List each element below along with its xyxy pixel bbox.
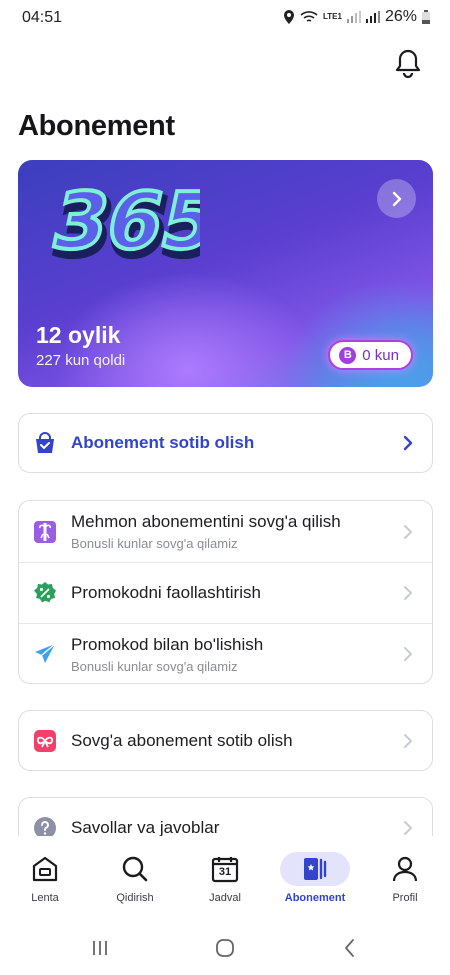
shopping-bag-icon — [33, 431, 57, 455]
signal-icon — [346, 11, 361, 23]
nav-label-abonement: Abonement — [284, 892, 346, 904]
wifi-icon — [300, 11, 318, 22]
status-icons: LTE1 26% — [283, 8, 430, 26]
nav-label-lenta: Lenta — [31, 892, 59, 904]
nav-item-profil[interactable]: Profil — [360, 836, 450, 916]
chevron-right-icon — [402, 731, 414, 751]
chevron-right-icon — [402, 522, 414, 542]
list-item-activate-promo[interactable]: Promokodni faollashtirish — [19, 562, 432, 623]
activate-promo-title: Promokodni faollashtirish — [71, 583, 261, 602]
nav-label-profil: Profil — [392, 892, 418, 904]
list-item-gift-buy[interactable]: Sovg'a abonement sotib olish — [19, 711, 432, 770]
plan-title: 12 oylik — [36, 322, 121, 348]
nav-label-jadval: Jadval — [209, 892, 241, 904]
battery-text: 26% — [384, 8, 417, 25]
faq-title: Savollar va javoblar — [71, 817, 220, 837]
bottom-nav: Lenta Qidirish 31 Jadval Abonement Profi… — [0, 836, 450, 916]
bonus-days-label: 0 kun — [362, 346, 399, 364]
calendar-day: 31 — [218, 866, 232, 878]
gift-buy-title: Sovg'a abonement sotib olish — [71, 730, 293, 750]
nav-item-abonement[interactable]: Abonement — [270, 836, 360, 916]
home-circle-icon — [216, 939, 234, 957]
list-item-gift-guest[interactable]: Mehmon abonementini sovg'a qilish Bonusl… — [19, 501, 432, 562]
nav-item-jadval[interactable]: 31 Jadval — [180, 836, 270, 916]
recent-apps-button[interactable] — [80, 936, 120, 960]
nav-item-qidirish[interactable]: Qidirish — [90, 836, 180, 916]
battery-icon — [422, 10, 430, 24]
bell-icon — [395, 49, 421, 78]
signal-icon-2 — [365, 11, 380, 23]
buy-subscription-label: Abonement sotib olish — [71, 433, 255, 452]
page-title: Abonement — [18, 110, 175, 142]
location-icon — [284, 10, 294, 24]
gift-options-card: Mehmon abonementini sovg'a qilish Bonusl… — [18, 500, 433, 684]
gift-guest-title: Mehmon abonementini sovg'a qilish — [71, 512, 341, 531]
notifications-button[interactable] — [391, 46, 425, 80]
profile-icon — [392, 856, 418, 882]
list-item-share-promo[interactable]: Promokod bilan bo'lishish Bonusli kunlar… — [19, 623, 432, 683]
send-icon — [33, 642, 57, 666]
status-time: 04:51 — [22, 9, 63, 26]
nav-item-lenta[interactable]: Lenta — [0, 836, 90, 916]
buy-subscription-card: Abonement sotib olish — [18, 413, 433, 473]
system-nav-bar — [0, 916, 450, 975]
percent-badge-icon — [33, 581, 57, 605]
search-icon — [122, 856, 148, 882]
home-icon — [32, 856, 58, 882]
chevron-right-icon — [402, 644, 414, 664]
status-bar: 04:51 LTE1 26% — [0, 0, 450, 36]
share-promo-subtitle: Bonusli kunlar sovg'a qilamiz — [71, 658, 238, 674]
chevron-right-icon — [402, 433, 414, 453]
chevron-right-icon — [402, 818, 414, 838]
recent-apps-icon — [93, 941, 107, 955]
gift-bow-icon — [33, 729, 57, 753]
back-button[interactable] — [330, 936, 370, 960]
logo-365: 365 365 — [42, 174, 200, 274]
gift-guest-subtitle: Bonusli kunlar sovg'a qilamiz — [71, 536, 238, 551]
buy-subscription-row[interactable]: Abonement sotib olish — [19, 414, 432, 472]
back-icon — [345, 939, 354, 957]
share-promo-title: Promokod bilan bo'lishish — [71, 634, 264, 654]
gift-icon — [33, 520, 57, 544]
bonus-days-badge[interactable]: B 0 kun — [328, 340, 413, 370]
card-open-button[interactable] — [377, 179, 416, 218]
chevron-right-icon — [402, 583, 414, 603]
chevron-right-icon — [392, 191, 401, 206]
subscription-icon — [304, 858, 327, 880]
network-label: LTE1 — [323, 12, 342, 21]
days-remaining: 227 kun qoldi — [36, 352, 126, 369]
home-button[interactable] — [205, 936, 245, 960]
subscription-card[interactable]: 365 365 12 oylik 227 kun qoldi B 0 kun — [18, 160, 433, 387]
logo-text: 365 — [44, 176, 200, 267]
bonus-icon: B — [339, 346, 357, 364]
gift-buy-card: Sovg'a abonement sotib olish — [18, 710, 433, 771]
nav-label-qidirish: Qidirish — [116, 892, 154, 904]
